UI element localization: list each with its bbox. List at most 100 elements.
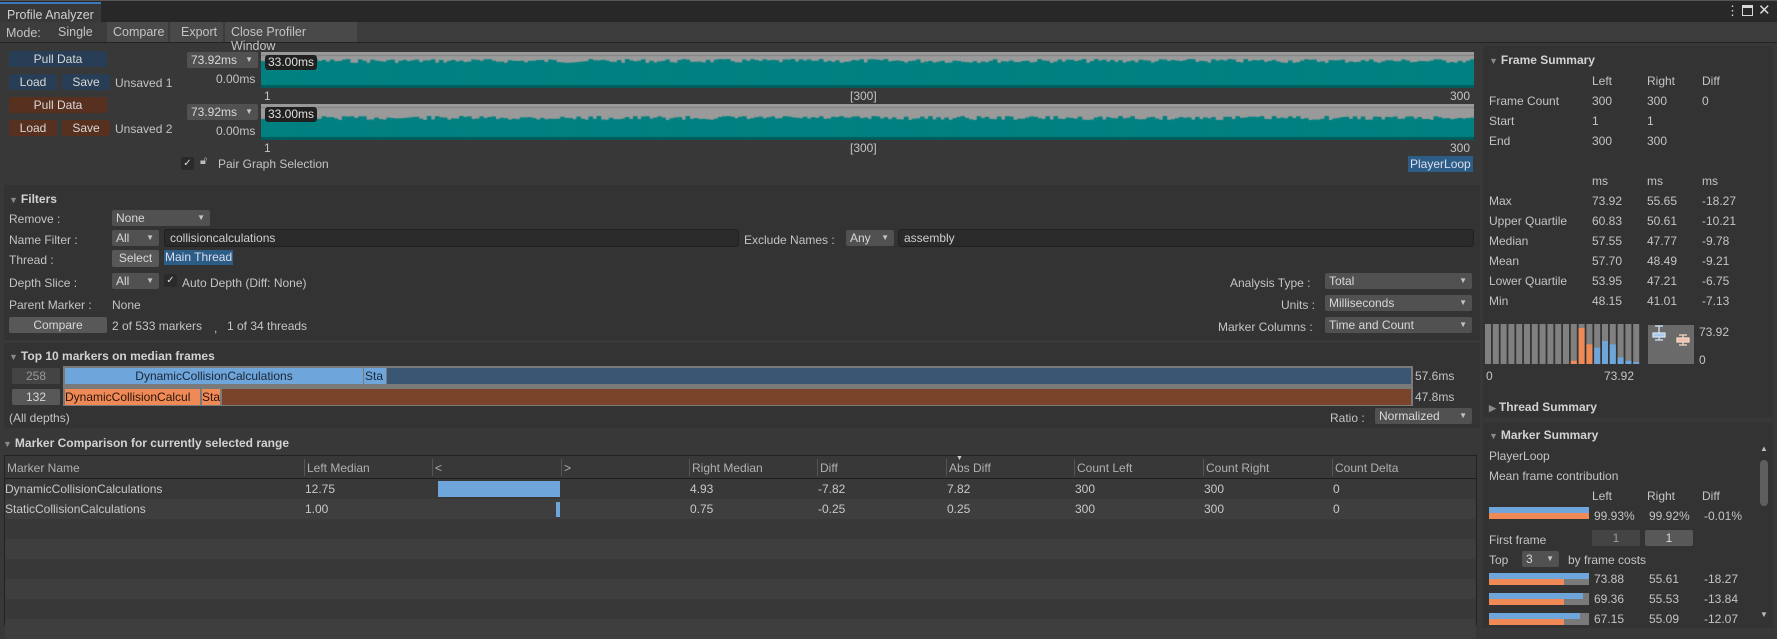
units-dropdown[interactable]: Milliseconds ▼ (1325, 295, 1472, 311)
auto-depth-checkbox[interactable]: ✓ (164, 274, 177, 287)
column-header-count-left[interactable]: Count Left (1077, 461, 1132, 475)
top10-depths-label: (All depths) (9, 411, 70, 425)
load-right-button[interactable]: Load (9, 120, 57, 136)
marker-columns-dropdown[interactable]: Time and Count ▼ (1325, 317, 1472, 333)
column-header-abs-diff[interactable]: Abs Diff (949, 461, 991, 475)
lock-icon[interactable]: 🔓︎ (200, 155, 207, 168)
histogram-bucket (1633, 324, 1640, 364)
exclude-names-input[interactable] (898, 229, 1474, 247)
marker-summary-header[interactable]: ▼ Marker Summary (1489, 428, 1598, 442)
ratio-dropdown[interactable]: Normalized ▼ (1375, 408, 1472, 424)
column-divider[interactable] (1074, 459, 1075, 476)
frame-graph-right[interactable] (261, 104, 1474, 140)
graph-left-scale-dropdown[interactable]: 73.92ms ▼ (187, 52, 258, 68)
column-header-marker-name[interactable]: Marker Name (7, 461, 80, 475)
first-frame-left-button[interactable]: 1 (1592, 530, 1640, 546)
top10-right-segment-static[interactable]: Sta (202, 389, 220, 405)
column-header-diff[interactable]: Diff (820, 461, 838, 475)
compare-button[interactable]: Compare (9, 317, 107, 333)
expand-triangle-icon: ▼ (1489, 431, 1498, 441)
column-divider[interactable] (946, 459, 947, 476)
thread-summary-header[interactable]: ▶ Thread Summary (1489, 400, 1597, 414)
top10-right-frame-button[interactable]: 132 (12, 389, 60, 405)
remove-value: None (116, 211, 145, 225)
top-count-value: 3 (1526, 552, 1533, 566)
comparison-header[interactable]: ▼ Marker Comparison for currently selecte… (3, 436, 289, 450)
histogram-bar-left (1594, 347, 1601, 364)
window-tab[interactable]: Profile Analyzer (0, 2, 101, 22)
close-icon[interactable]: ✕ (1758, 1, 1771, 19)
top10-left-segment-static[interactable]: Sta (364, 368, 386, 384)
top10-right-segment-rest[interactable] (222, 389, 1411, 405)
column-header-[interactable]: > (564, 461, 571, 475)
pull-data-right-button[interactable]: Pull Data (9, 97, 107, 113)
column-divider[interactable] (817, 459, 818, 476)
thread-value[interactable]: Main Thread (164, 250, 234, 265)
name-filter-mode-dropdown[interactable]: All ▼ (112, 230, 159, 246)
scroll-down-icon[interactable]: ▼ (1760, 610, 1768, 619)
fs-stat-right: 47.21 (1647, 274, 1678, 288)
top10-left-segment-rest[interactable] (387, 368, 1411, 384)
close-profiler-button[interactable]: Close Profiler Window (225, 22, 357, 53)
dataset-left-name: Unsaved 1 (115, 76, 173, 90)
histogram-bucket (1516, 324, 1523, 364)
column-divider[interactable] (689, 459, 690, 476)
scroll-up-icon[interactable]: ▲ (1760, 444, 1768, 453)
selected-marker-label[interactable]: PlayerLoop (1408, 156, 1473, 172)
pull-data-left-button[interactable]: Pull Data (9, 51, 107, 67)
scrollbar-thumb[interactable] (1760, 460, 1768, 506)
filters-header[interactable]: ▼ Filters (9, 192, 57, 206)
column-header-left-median[interactable]: Left Median (307, 461, 370, 475)
thread-select-button[interactable]: Select (112, 250, 159, 267)
column-header-[interactable]: < (435, 461, 442, 475)
frame-graph-left-bars (261, 52, 1474, 88)
column-divider[interactable] (1332, 459, 1333, 476)
histogram-bar-left (1609, 344, 1616, 364)
column-divider[interactable] (561, 459, 562, 476)
fs-unit: ms (1647, 174, 1663, 188)
save-left-button[interactable]: Save (62, 74, 110, 90)
histogram-bucket (1524, 324, 1530, 364)
pair-graph-checkbox[interactable]: ✓ (181, 157, 194, 170)
analysis-type-dropdown[interactable]: Total ▼ (1325, 273, 1472, 289)
exclude-mode-dropdown[interactable]: Any ▼ (846, 230, 894, 246)
diff-bar-left (556, 502, 560, 517)
column-divider[interactable] (304, 459, 305, 476)
marker-summary-scrollbar[interactable]: ▲ ▼ (1758, 444, 1770, 624)
top10-right-segment-dynamic[interactable]: DynamicCollisionCalcul (65, 389, 200, 405)
graph-right-scale-dropdown[interactable]: 73.92ms ▼ (187, 104, 258, 120)
column-header-right-median[interactable]: Right Median (692, 461, 763, 475)
column-header-count-right[interactable]: Count Right (1206, 461, 1269, 475)
top10-left-frame-button[interactable]: 258 (12, 368, 60, 384)
column-divider[interactable] (432, 459, 433, 476)
cell-count-left: 300 (1075, 502, 1096, 516)
first-frame-right-button[interactable]: 1 (1645, 530, 1693, 546)
depth-slice-dropdown[interactable]: All ▼ (112, 273, 159, 289)
column-divider[interactable] (1203, 459, 1204, 476)
chevron-down-icon: ▼ (245, 55, 253, 64)
remove-dropdown[interactable]: None ▼ (112, 210, 210, 226)
table-row-empty (5, 519, 1476, 539)
table-row[interactable]: DynamicCollisionCalculations 12.75 4.93 -7.… (5, 479, 1476, 499)
frame-summary-header[interactable]: ▼ Frame Summary (1489, 53, 1595, 67)
top-count-dropdown[interactable]: 3 ▼ (1522, 551, 1559, 567)
chevron-down-icon: ▼ (1546, 554, 1554, 563)
export-button[interactable]: Export (175, 22, 223, 42)
chevron-down-icon: ▼ (197, 213, 205, 222)
save-right-button[interactable]: Save (62, 120, 110, 136)
cell-name: DynamicCollisionCalculations (5, 482, 163, 496)
top-frame-diff: -18.27 (1704, 572, 1739, 586)
load-left-button[interactable]: Load (9, 74, 57, 90)
mode-single-button[interactable]: Single (52, 22, 99, 42)
frame-graph-left[interactable] (261, 52, 1474, 88)
top10-left-segment-dynamic[interactable]: DynamicCollisionCalculations (65, 368, 363, 384)
expand-triangle-icon: ▼ (9, 352, 18, 362)
name-filter-input[interactable] (164, 229, 739, 247)
kebab-menu-icon[interactable]: ⋮ (1726, 3, 1739, 19)
maximize-icon[interactable] (1742, 5, 1753, 16)
top10-header[interactable]: ▼ Top 10 markers on median frames (9, 349, 215, 363)
column-header-count-delta[interactable]: Count Delta (1335, 461, 1398, 475)
mode-compare-button[interactable]: Compare (107, 22, 168, 42)
table-row[interactable]: StaticCollisionCalculations 1.00 0.75 -0.25… (5, 499, 1476, 519)
graph-left-axis-start: 1 (264, 89, 271, 103)
